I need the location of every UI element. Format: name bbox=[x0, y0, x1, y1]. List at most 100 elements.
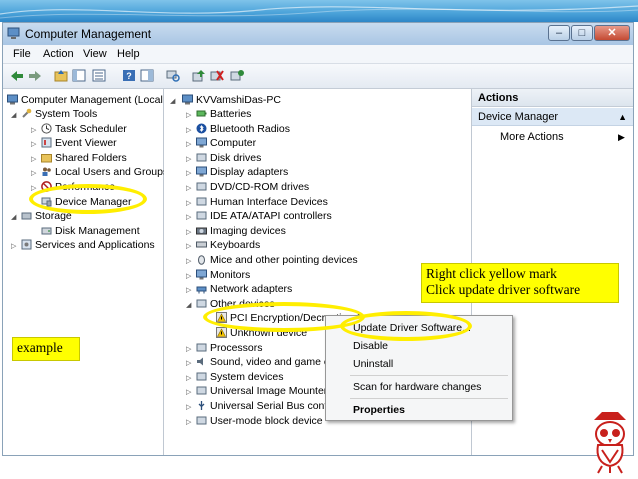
collapse-arrow-icon[interactable]: ◢ bbox=[170, 97, 175, 105]
device-tree-root[interactable]: KVVamshiDas-PC bbox=[182, 93, 281, 107]
device-tree-item[interactable]: Universal Image Mounter bbox=[196, 384, 327, 398]
camera-icon bbox=[196, 227, 207, 235]
device-tree-item[interactable]: Batteries bbox=[196, 107, 251, 121]
expand-arrow-icon[interactable]: ▷ bbox=[186, 242, 191, 250]
computer-management-icon bbox=[7, 27, 20, 39]
tree-item-system-tools[interactable]: System Tools bbox=[21, 107, 97, 121]
expand-arrow-icon[interactable]: ▷ bbox=[186, 199, 191, 207]
device-tree-item[interactable]: Display adapters bbox=[196, 165, 288, 179]
expand-arrow-icon[interactable]: ▷ bbox=[186, 257, 191, 265]
display-icon bbox=[196, 166, 207, 177]
menu-help[interactable]: Help bbox=[117, 48, 140, 60]
device-tree-item[interactable]: Human Interface Devices bbox=[196, 195, 328, 209]
expand-arrow-icon[interactable]: ▷ bbox=[11, 242, 16, 250]
expand-arrow-icon[interactable]: ▷ bbox=[31, 155, 36, 163]
expand-arrow-icon[interactable]: ▷ bbox=[186, 403, 191, 411]
menu-action[interactable]: Action bbox=[43, 48, 74, 60]
scan-hardware-icon[interactable] bbox=[165, 68, 180, 83]
device-tree-item-label: Network adapters bbox=[210, 283, 293, 296]
collapse-arrow-icon[interactable]: ◢ bbox=[11, 111, 16, 119]
menu-view[interactable]: View bbox=[83, 48, 107, 60]
device-tree-item-label: Human Interface Devices bbox=[210, 195, 328, 208]
expand-arrow-icon[interactable]: ▷ bbox=[186, 155, 191, 163]
expand-arrow-icon[interactable]: ▷ bbox=[186, 126, 191, 134]
expand-arrow-icon[interactable]: ▷ bbox=[186, 184, 191, 192]
expand-arrow-icon[interactable]: ▷ bbox=[31, 140, 36, 148]
menu-disable[interactable]: Disable bbox=[353, 340, 388, 352]
expand-arrow-icon[interactable]: ▷ bbox=[186, 140, 191, 148]
device-tree-item[interactable]: Bluetooth Radios bbox=[196, 122, 290, 136]
expand-arrow-icon[interactable]: ▷ bbox=[186, 213, 191, 221]
enable-device-icon[interactable] bbox=[229, 68, 244, 83]
menu-bar: File Action View Help bbox=[3, 45, 633, 64]
device-tree-item[interactable]: DVD/CD-ROM drives bbox=[196, 180, 309, 194]
expand-arrow-icon[interactable]: ▷ bbox=[186, 374, 191, 382]
device-tree-item[interactable]: Universal Serial Bus contro bbox=[196, 399, 337, 413]
tree-item-disk-management[interactable]: Disk Management bbox=[41, 224, 140, 238]
expand-arrow-icon[interactable]: ▷ bbox=[186, 286, 191, 294]
expand-arrow-icon[interactable]: ▷ bbox=[186, 345, 191, 353]
minimize-button[interactable]: – bbox=[548, 25, 570, 41]
close-button[interactable]: ✕ bbox=[594, 25, 630, 41]
expand-arrow-icon[interactable]: ▷ bbox=[31, 169, 36, 177]
device-tree-item[interactable]: Keyboards bbox=[196, 238, 260, 252]
expand-arrow-icon[interactable]: ▷ bbox=[186, 111, 191, 119]
sound-icon bbox=[197, 357, 203, 366]
usb-icon bbox=[198, 401, 205, 410]
menu-properties[interactable]: Properties bbox=[353, 404, 405, 416]
expand-arrow-icon[interactable]: ▷ bbox=[186, 228, 191, 236]
uninstall-icon[interactable] bbox=[209, 68, 224, 83]
tree-root[interactable]: Computer Management (Local bbox=[7, 93, 163, 107]
forward-arrow-icon[interactable] bbox=[27, 68, 42, 83]
expand-arrow-icon[interactable]: ▷ bbox=[186, 418, 191, 426]
device-tree-item[interactable]: Disk drives bbox=[196, 151, 261, 165]
device-tree-item[interactable]: Sound, video and game c bbox=[196, 355, 329, 369]
dvd-icon bbox=[196, 182, 207, 191]
menu-uninstall[interactable]: Uninstall bbox=[353, 358, 393, 370]
device-tree-item[interactable]: IDE ATA/ATAPI controllers bbox=[196, 209, 332, 223]
tree-item-shared-folders[interactable]: Shared Folders bbox=[41, 151, 127, 165]
help-icon[interactable]: ? bbox=[121, 68, 136, 83]
menu-separator bbox=[350, 398, 508, 399]
up-folder-icon[interactable] bbox=[53, 68, 68, 83]
pane-toggle-icon[interactable] bbox=[139, 68, 154, 83]
toolbar: ? bbox=[3, 64, 633, 89]
tree-item-services-applications[interactable]: Services and Applications bbox=[21, 238, 155, 252]
maximize-button[interactable]: □ bbox=[571, 25, 593, 41]
collapse-arrow-icon[interactable]: ◢ bbox=[186, 301, 191, 309]
device-tree-item-label: Monitors bbox=[210, 268, 251, 281]
device-tree-item[interactable]: Computer bbox=[196, 136, 256, 150]
expand-arrow-icon[interactable]: ▷ bbox=[186, 169, 191, 177]
back-arrow-icon[interactable] bbox=[9, 68, 24, 83]
tree-item-event-viewer[interactable]: Event Viewer bbox=[41, 136, 117, 150]
device-tree-item[interactable]: Monitors bbox=[196, 268, 250, 282]
collapse-arrow-icon[interactable]: ◢ bbox=[11, 213, 16, 221]
device-tree-item[interactable]: Mice and other pointing devices bbox=[196, 253, 358, 267]
submenu-arrow-icon[interactable]: ▶ bbox=[618, 132, 625, 143]
disk-icon bbox=[41, 227, 52, 235]
more-actions-link[interactable]: More Actions bbox=[500, 131, 564, 143]
expand-arrow-icon[interactable]: ▷ bbox=[186, 388, 191, 396]
show-hide-tree-icon[interactable] bbox=[71, 68, 86, 83]
expand-arrow-icon[interactable]: ▷ bbox=[186, 272, 191, 280]
slide-footer bbox=[0, 456, 638, 479]
window-title: Computer Management bbox=[25, 27, 152, 41]
device-tree-item[interactable]: System devices bbox=[196, 370, 284, 384]
actions-device-manager[interactable]: Device Manager ▲ bbox=[472, 108, 633, 126]
expand-arrow-icon[interactable]: ▷ bbox=[186, 359, 191, 367]
device-tree-item[interactable]: Network adapters bbox=[196, 282, 292, 296]
battery-icon bbox=[196, 110, 207, 117]
update-driver-icon[interactable] bbox=[191, 68, 206, 83]
device-tree-item[interactable]: Imaging devices bbox=[196, 224, 286, 238]
expand-arrow-icon[interactable]: ▷ bbox=[31, 126, 36, 134]
tree-item-task-scheduler[interactable]: Task Scheduler bbox=[41, 122, 127, 136]
clock-icon bbox=[41, 123, 52, 134]
collapse-caret-icon[interactable]: ▲ bbox=[618, 108, 627, 126]
device-tree-item[interactable]: Processors bbox=[196, 341, 263, 355]
menu-scan-hardware[interactable]: Scan for hardware changes bbox=[353, 381, 481, 393]
menu-separator bbox=[350, 375, 508, 376]
tree-item-local-users[interactable]: Local Users and Groups bbox=[41, 165, 168, 179]
list-view-icon[interactable] bbox=[91, 68, 106, 83]
device-tree-item[interactable]: User-mode block device bbox=[196, 414, 323, 428]
menu-file[interactable]: File bbox=[13, 48, 31, 60]
